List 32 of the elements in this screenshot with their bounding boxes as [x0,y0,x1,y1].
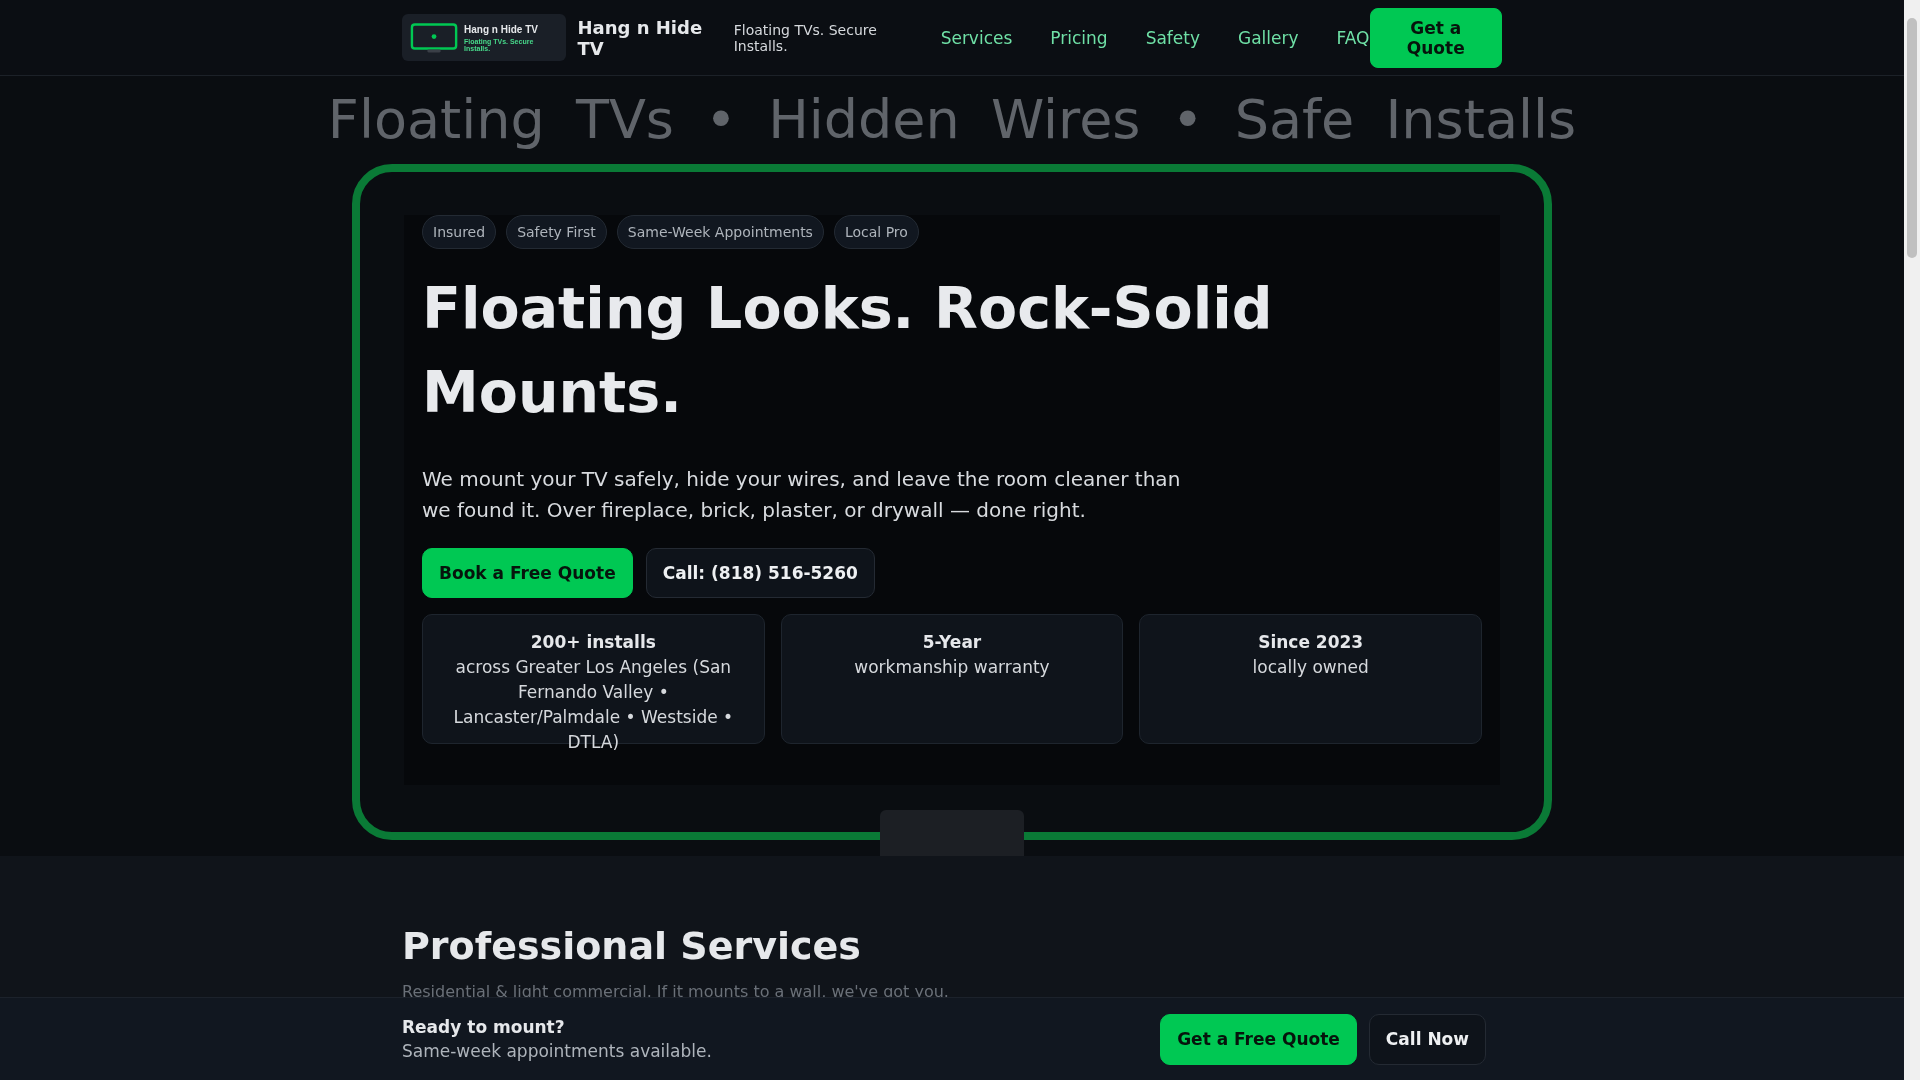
logo-title: Hang n Hide TV [464,23,539,35]
brand-tagline: Floating TVs. Secure Installs. [733,21,878,54]
nav-link[interactable]: Gallery [1238,27,1299,48]
section-title: Professional Services [402,924,862,968]
stat-caption: locally owned [1252,656,1369,679]
tv-icon [410,21,459,54]
feature-chip: Same-Week Appointments [616,215,824,249]
hero-button[interactable]: Call: (818) 516-5260 [645,548,875,598]
stat-caption: workmanship warranty [854,656,1050,679]
bar-title: Ready to mount? [402,1017,566,1037]
hero-headline: Floating Looks. Rock-Solid Mounts. [422,274,1274,427]
feature-chip: Safety First [506,215,607,249]
nav-link[interactable]: Pricing [1050,27,1108,48]
feature-chip: Local Pro [833,215,919,249]
hero-description: We mount your TV safely, hide your wires, and leave the room cleaner than we found it. Over fireplace, brick, plaster, or drywall — done right. [422,466,1182,524]
hero-button[interactable]: Book a Free Quote [422,548,633,598]
stat-value: Since 2023 [1258,631,1364,654]
nav-link[interactable]: FAQ [1336,27,1370,48]
nav-link[interactable]: Services [940,27,1013,48]
bar-button[interactable]: Call Now [1368,1013,1486,1065]
scrollbar-thumb[interactable] [1907,18,1917,258]
scrollbar[interactable] [1904,0,1920,1080]
stat-caption: across Greater Los Angeles (San Fernando Valley • Lancaster/Palmdale • Westside • DTLA) [452,656,735,754]
nav-link[interactable]: Safety [1145,27,1200,48]
stat-value: 5-Year [922,631,982,654]
get-quote-button[interactable]: Get a Quote [1369,7,1502,68]
stat-value: 200+ installs [530,631,656,654]
feature-chip: Insured [422,215,497,249]
marquee-text: Floating TVs • Hidden Wires • Safe Installs [326,87,1578,153]
brand-name: Hang n Hide TV [577,16,704,59]
bar-text: Same-week appointments available. [402,1041,712,1061]
bar-button[interactable]: Get a Free Quote [1160,1013,1357,1065]
